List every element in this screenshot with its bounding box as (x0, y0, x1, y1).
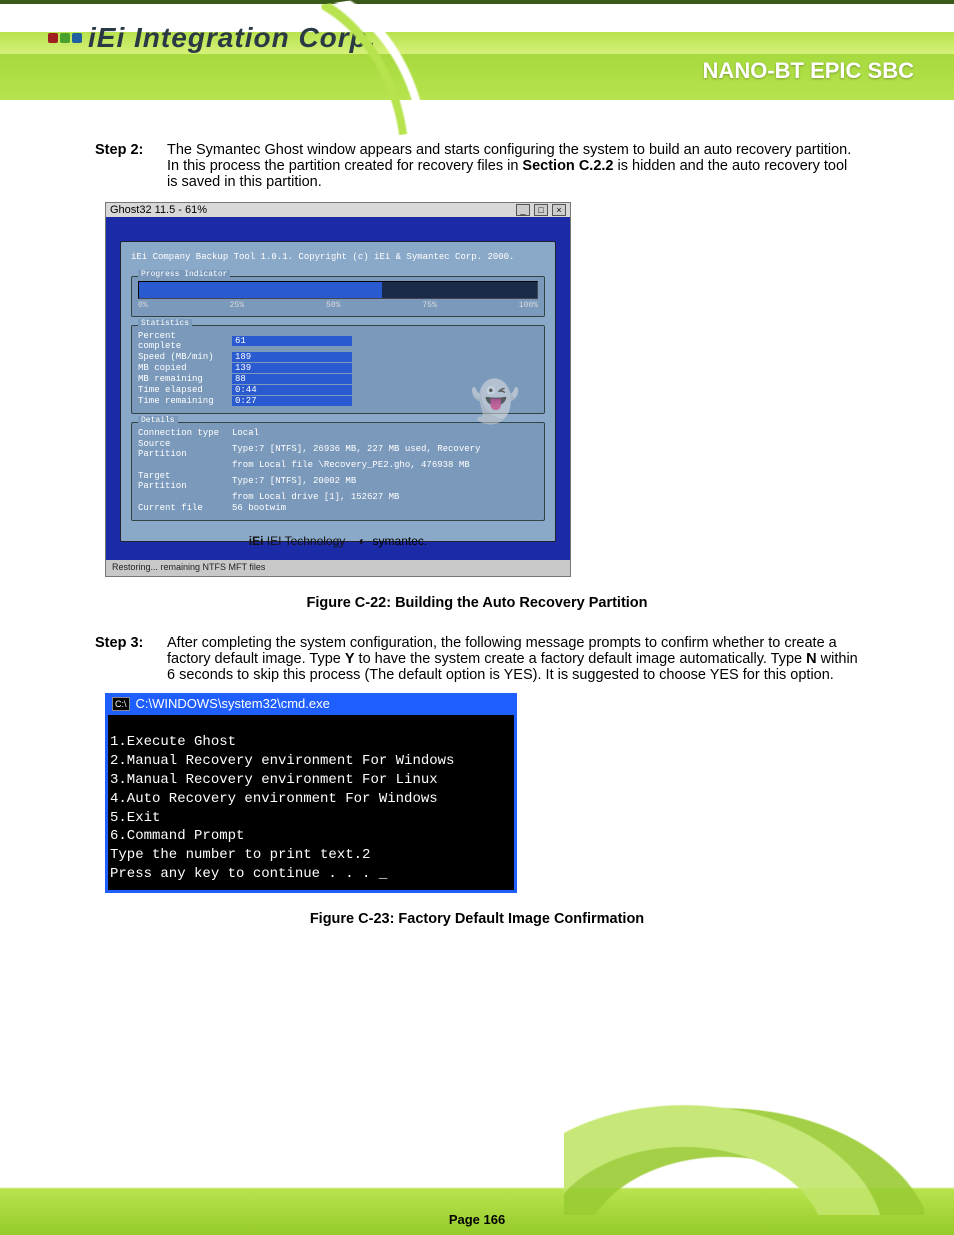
ghost-window-titlebar: Ghost32 11.5 - 61% _ □ × (106, 203, 570, 217)
stat-label: Speed (MB/min) (138, 352, 224, 362)
page-footer: Page 166 (0, 1125, 954, 1235)
stat-row: MB copied 139 (138, 363, 538, 373)
cmd-line: 1.Execute Ghost (110, 733, 512, 752)
figure-caption-c22: Figure C-22: Building the Auto Recovery … (95, 595, 859, 611)
ghost-screenshot: Ghost32 11.5 - 61% _ □ × iEi Company Bac… (105, 202, 571, 577)
detail-row: Current file 56 bootwim (138, 503, 538, 513)
cmd-line: 4.Auto Recovery environment For Windows (110, 790, 512, 809)
stat-value: 189 (232, 352, 352, 362)
stat-label: MB copied (138, 363, 224, 373)
step-2: Step 2: The Symantec Ghost window appear… (95, 142, 859, 190)
detail-value: Type:7 [NTFS], 26936 MB, 227 MB used, Re… (232, 444, 480, 454)
cmd-line: Press any key to continue . . . _ (110, 865, 512, 884)
brand-logo-text: iEi Integration Corp. (88, 22, 377, 54)
statistics-panel-label: Statistics (138, 319, 192, 328)
detail-value: 56 bootwim (232, 503, 286, 513)
cmd-line: Type the number to print text.2 (110, 846, 512, 865)
ghost-caption: iEi Company Backup Tool 1.0.1. Copyright… (131, 252, 545, 262)
progress-ticks: 0% 25% 50% 75% 100% (138, 301, 538, 310)
cmd-line: 6.Command Prompt (110, 827, 512, 846)
brand-logo-mark (48, 33, 82, 43)
detail-row: Target Partition Type:7 [NTFS], 20002 MB (138, 471, 538, 491)
product-name: NANO-BT EPIC SBC (703, 58, 914, 84)
detail-label: Source Partition (138, 439, 224, 459)
stat-row: Speed (MB/min) 189 (138, 352, 538, 362)
detail-row: from Local file \Recovery_PE2.gho, 47693… (138, 460, 538, 470)
stat-row: Percent complete 61 (138, 331, 538, 351)
ghost-window-title: Ghost32 11.5 - 61% (110, 204, 207, 216)
stat-value: 139 (232, 363, 352, 373)
cmd-icon: C:\ (112, 697, 130, 711)
figure-caption-c23: Figure C-23: Factory Default Image Confi… (95, 911, 859, 927)
cmd-screenshot: C:\ C:\WINDOWS\system32\cmd.exe 1.Execut… (105, 693, 517, 893)
detail-row: from Local drive [1], 152627 MB (138, 492, 538, 502)
window-buttons: _ □ × (515, 204, 566, 216)
ghost-logo-icon: 👻 (450, 378, 520, 448)
cmd-title: C:\WINDOWS\system32\cmd.exe (136, 695, 330, 713)
ghost-footer-brands: iEi IEI Technology ◐ symantec. (106, 534, 570, 548)
close-icon[interactable]: × (552, 204, 566, 216)
cmd-line: 3.Manual Recovery environment For Linux (110, 771, 512, 790)
detail-value: from Local drive [1], 152627 MB (232, 492, 399, 502)
stat-value: 0:44 (232, 385, 352, 395)
minimize-icon[interactable]: _ (516, 204, 530, 216)
detail-value: Type:7 [NTFS], 20002 MB (232, 476, 356, 486)
detail-value: Local (232, 428, 259, 438)
footer-leaf-decoration (564, 1095, 924, 1215)
cmd-line: 2.Manual Recovery environment For Window… (110, 752, 512, 771)
page-number: Page 166 (449, 1212, 505, 1227)
step-id: Step 2: (95, 142, 167, 190)
page-header: iEi Integration Corp. NANO-BT EPIC SBC (0, 0, 954, 112)
stat-label: Time remaining (138, 396, 224, 406)
iei-brand: iEi (249, 534, 267, 548)
progress-panel: Progress Indicator 0% 25% 50% 75% 100% (131, 276, 545, 317)
step-id: Step 3: (95, 635, 167, 683)
detail-label: Target Partition (138, 471, 224, 491)
cmd-line: 5.Exit (110, 809, 512, 828)
stat-value: 61 (232, 336, 352, 346)
detail-value: from Local file \Recovery_PE2.gho, 47693… (232, 460, 470, 470)
ghost-status-bar: Restoring... remaining NTFS MFT files (106, 560, 570, 576)
step-text: The Symantec Ghost window appears and st… (167, 142, 859, 190)
brand-logo: iEi Integration Corp. (48, 22, 377, 54)
progress-bar (138, 281, 538, 299)
progress-bar-fill (139, 282, 382, 298)
stat-value: 88 (232, 374, 352, 384)
detail-label: Connection type (138, 428, 224, 438)
cmd-titlebar: C:\ C:\WINDOWS\system32\cmd.exe (108, 695, 514, 713)
maximize-icon[interactable]: □ (534, 204, 548, 216)
detail-label: Current file (138, 503, 224, 513)
stat-label: MB remaining (138, 374, 224, 384)
page-content: Step 2: The Symantec Ghost window appear… (0, 112, 954, 927)
step-3: Step 3: After completing the system conf… (95, 635, 859, 683)
details-panel-label: Details (138, 416, 178, 425)
stat-value: 0:27 (232, 396, 352, 406)
progress-panel-label: Progress Indicator (138, 270, 230, 279)
step-text: After completing the system configuratio… (167, 635, 859, 683)
stat-label: Time elapsed (138, 385, 224, 395)
stat-label: Percent complete (138, 331, 224, 351)
